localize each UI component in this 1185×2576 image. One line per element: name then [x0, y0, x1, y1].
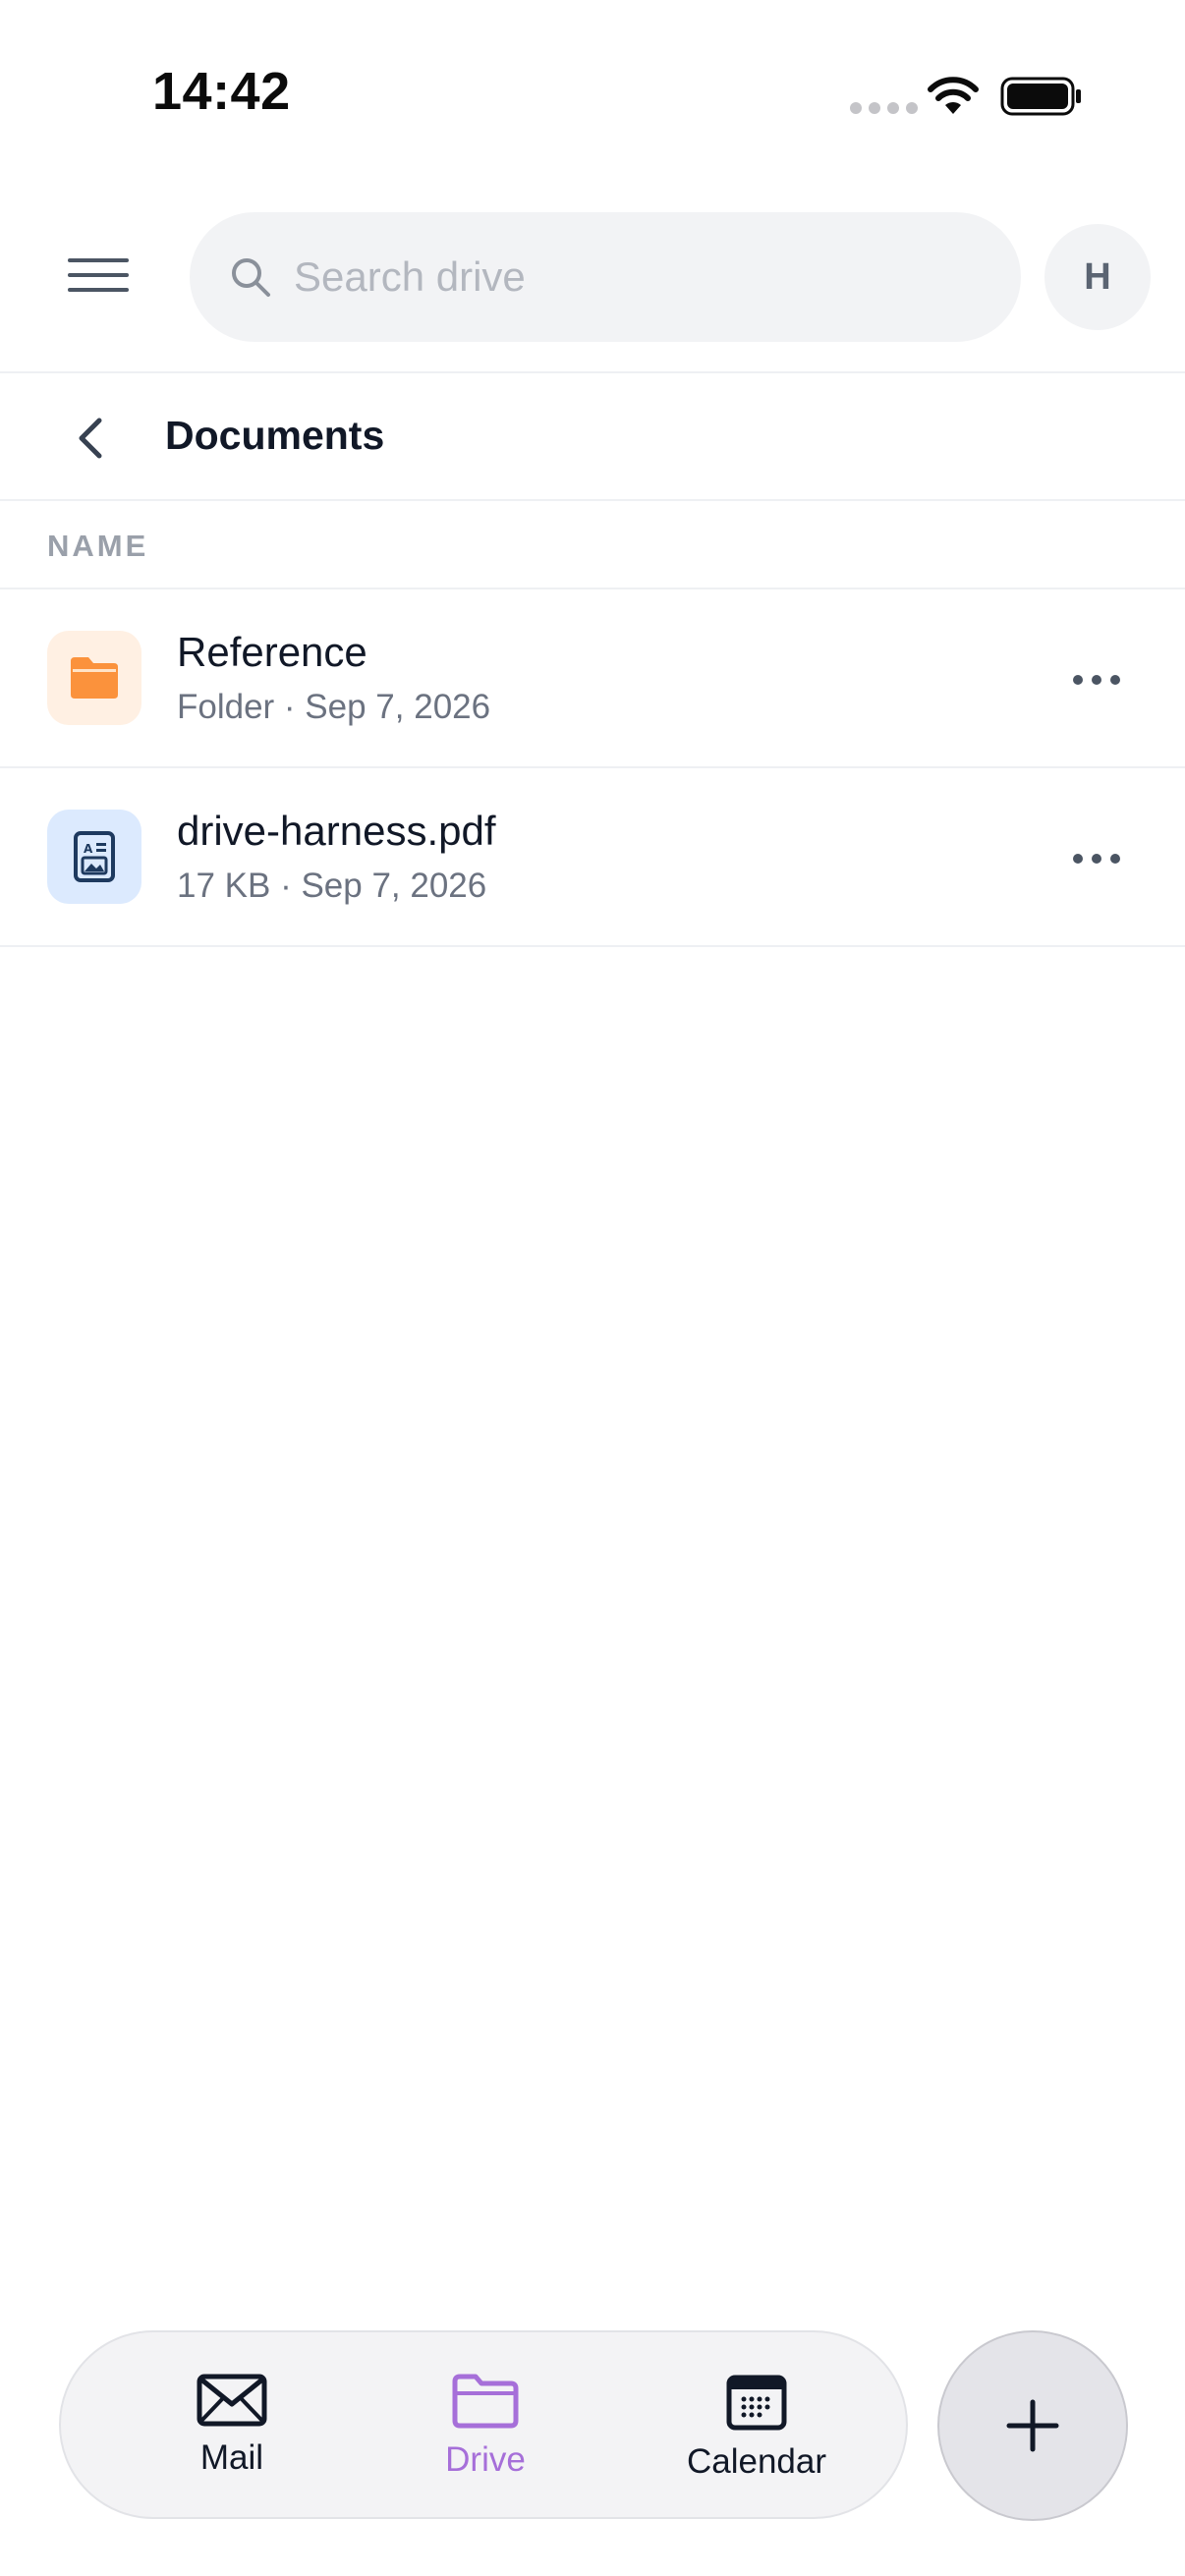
status-time: 14:42 [152, 62, 291, 121]
battery-icon [1000, 77, 1081, 116]
top-bar: H [0, 177, 1185, 373]
list-item[interactable]: Reference Folder · Sep 7, 2026 [0, 589, 1185, 768]
file-name: drive-harness.pdf [177, 808, 496, 854]
search-input[interactable] [294, 212, 982, 342]
calendar-icon [726, 2375, 787, 2431]
chevron-left-icon [79, 418, 102, 459]
column-header: NAME [0, 501, 1185, 589]
tab-label: Calendar [686, 2442, 827, 2481]
more-dots-icon [1073, 675, 1083, 685]
list-item[interactable]: A drive-harness.pdf 17 KB · Sep 7, 2026 [0, 768, 1185, 947]
back-button[interactable] [61, 409, 120, 468]
page-title: Documents [165, 413, 385, 458]
folder-header: Documents [0, 373, 1185, 501]
tab-label: Drive [445, 2440, 526, 2479]
column-name-label: NAME [47, 529, 149, 563]
bottom-tab-bar: Mail Drive Calendar [59, 2330, 908, 2519]
more-options-button[interactable] [1061, 829, 1132, 888]
document-icon: A [74, 831, 115, 882]
add-button[interactable] [937, 2330, 1128, 2521]
search-icon [232, 258, 270, 297]
more-dots-icon [1073, 854, 1083, 864]
tab-drive[interactable]: Drive [377, 2332, 593, 2521]
mail-icon [197, 2374, 267, 2427]
folder-icon [71, 657, 118, 699]
folder-thumbnail [47, 631, 141, 725]
file-thumbnail: A [47, 810, 141, 904]
tab-calendar[interactable]: Calendar [649, 2332, 865, 2521]
hamburger-menu-icon [68, 258, 129, 292]
avatar[interactable]: H [1044, 224, 1151, 330]
folder-icon [452, 2374, 519, 2429]
status-bar: 14:42 [0, 0, 1185, 177]
drive-screen: 14:42 H [0, 0, 1185, 2576]
more-options-button[interactable] [1061, 650, 1132, 709]
file-name: Reference [177, 629, 367, 675]
wifi-icon [928, 77, 979, 114]
tab-label: Mail [199, 2438, 264, 2477]
file-meta: Folder · Sep 7, 2026 [177, 688, 491, 726]
plus-icon [1006, 2399, 1059, 2452]
file-meta: 17 KB · Sep 7, 2026 [177, 867, 487, 905]
svg-text:A: A [84, 842, 93, 856]
menu-button[interactable] [59, 248, 138, 303]
tab-mail[interactable]: Mail [124, 2332, 340, 2521]
cellular-signal-icon [850, 102, 918, 114]
search-bar[interactable] [190, 212, 1021, 342]
